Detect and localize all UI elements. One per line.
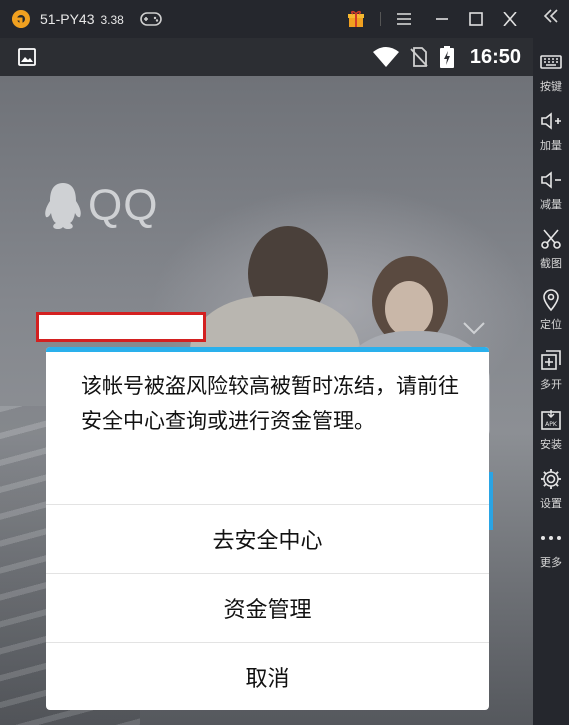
fund-management-button[interactable]: 资金管理 <box>46 574 489 642</box>
title-bar-separator <box>380 12 381 26</box>
dialog-accent-bar <box>46 347 489 352</box>
sidebar-label: 多开 <box>540 378 562 391</box>
keyboard-icon <box>540 55 562 69</box>
sidebar-button-more[interactable]: 更多 <box>533 522 569 578</box>
sidebar-label: 更多 <box>540 556 562 569</box>
sidebar-label: 加量 <box>540 139 562 152</box>
account-frozen-dialog: 该帐号被盗风险较高被暂时冻结，请前往安全中心查询或进行资金管理。 去安全中心 资… <box>46 347 489 710</box>
login-button-edge <box>489 472 493 530</box>
location-pin-icon <box>543 289 559 312</box>
emulator-title-bar: 51-PY43 3.38 <box>0 0 569 38</box>
sidebar-label: 减量 <box>540 198 562 211</box>
account-dropdown-chevron-icon[interactable] <box>462 320 486 339</box>
sidebar-button-multi-instance[interactable]: 多开 <box>533 344 569 400</box>
multi-instance-icon <box>541 350 561 370</box>
sidebar-label: 按键 <box>540 80 562 93</box>
highlight-box <box>36 312 206 342</box>
emulator-sidebar: 按键 加量 减量 截图 定位 多开 APK 安装 设置 更多 <box>533 0 569 725</box>
android-status-bar: 16:50 <box>0 38 533 76</box>
volume-down-icon <box>541 171 561 189</box>
sidebar-label: 定位 <box>540 318 562 331</box>
volume-up-icon <box>541 112 561 130</box>
sidebar-button-screenshot[interactable]: 截图 <box>533 223 569 279</box>
sidebar-button-settings[interactable]: 设置 <box>533 463 569 519</box>
sidebar-button-volume-down[interactable]: 减量 <box>533 164 569 220</box>
gamepad-icon[interactable] <box>140 11 162 27</box>
scissors-icon <box>541 229 561 249</box>
image-icon <box>18 48 36 70</box>
background-person-face <box>385 281 433 337</box>
no-sim-icon <box>410 47 428 71</box>
battery-charging-icon <box>440 46 454 72</box>
sidebar-button-location[interactable]: 定位 <box>533 284 569 340</box>
sidebar-label: 截图 <box>540 257 562 270</box>
more-dots-icon <box>541 536 561 540</box>
qq-logo-text: QQ <box>88 181 159 230</box>
dialog-message: 该帐号被盗风险较高被暂时冻结，请前往安全中心查询或进行资金管理。 <box>81 374 459 433</box>
gear-icon <box>541 469 561 489</box>
app-logo-icon <box>10 9 32 29</box>
minimize-icon[interactable] <box>432 9 452 29</box>
cancel-button[interactable]: 取消 <box>46 643 489 710</box>
apk-install-icon: APK <box>541 410 561 430</box>
sidebar-button-keys[interactable]: 按键 <box>533 46 569 102</box>
maximize-icon[interactable] <box>466 9 486 29</box>
wifi-icon <box>372 46 400 72</box>
sidebar-button-volume-up[interactable]: 加量 <box>533 105 569 161</box>
close-icon[interactable] <box>500 9 520 29</box>
window-version: 3.38 <box>100 13 124 27</box>
sidebar-label: 设置 <box>540 497 562 510</box>
go-security-center-button[interactable]: 去安全中心 <box>46 505 489 573</box>
gift-icon[interactable] <box>346 9 366 29</box>
qq-logo: QQ <box>42 181 158 231</box>
sidebar-label: 安装 <box>540 438 562 451</box>
window-title: 51-PY43 3.38 <box>40 11 124 27</box>
svg-text:APK: APK <box>545 421 558 428</box>
qq-penguin-icon <box>45 183 81 229</box>
menu-icon[interactable] <box>394 9 414 29</box>
status-time: 16:50 <box>469 46 521 68</box>
collapse-sidebar-icon[interactable] <box>533 8 569 30</box>
sidebar-button-install[interactable]: APK 安装 <box>533 404 569 460</box>
